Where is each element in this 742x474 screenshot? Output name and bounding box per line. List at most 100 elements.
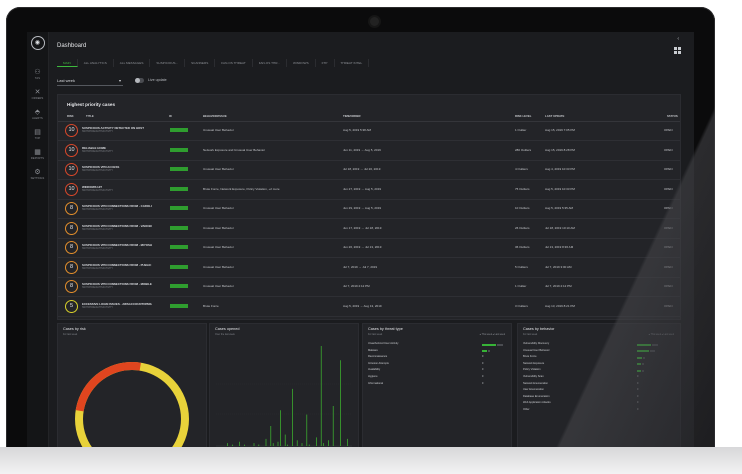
sidebar-item-orders[interactable]: ✕ ORDERS — [27, 89, 48, 100]
case-subtitle: SWITCHING/AUTH/ACTIVITY — [82, 131, 114, 133]
behavior-panel: Cases by behavior For last week ● This w… — [517, 323, 681, 451]
col-risk-level[interactable]: RISK LEVEL — [515, 114, 531, 118]
col-id[interactable]: ID — [169, 114, 172, 118]
app-logo[interactable]: ◉ — [27, 36, 48, 50]
table-row[interactable]: 10 SUSPICIOUS VPN ACCESS SWITCHING/AUTH/AC… — [58, 161, 680, 180]
live-update-toggle[interactable] — [135, 78, 144, 83]
list-item[interactable]: User Enumeration 0 — [523, 388, 659, 394]
sidebar-item-reports[interactable]: ▦ REPORTS — [27, 149, 48, 160]
list-item[interactable]: Informational 0 — [368, 382, 504, 388]
case-subtitle: SWITCHING/AUTH/ACTIVITY — [82, 170, 114, 172]
list-item[interactable]: Web Application Attacks 0 — [523, 401, 659, 407]
sidebar: ◉ ⚇ TAS ✕ ORDERS ⬘ ALERTS ▤ TOP ▦ REPORT… — [27, 32, 49, 451]
case-last-update: Aug 15, 2019 7:05 PM — [545, 128, 575, 132]
case-outlier-count: 75 Outliers — [515, 186, 530, 191]
priority-cases-panel: Highest priority cases RISK TITLE ID BEH… — [57, 94, 681, 320]
case-status: OPEN — [664, 147, 673, 152]
shield-icon: ⬘ — [34, 109, 41, 116]
tab-all-analytics[interactable]: ALL ANALYTICS — [78, 59, 114, 67]
case-title[interactable]: SUSPICIOUS VPN CONNECTIONS FROM - VANCEN… — [82, 224, 152, 228]
tab-ftp[interactable]: FTP — [316, 59, 335, 67]
case-id-badge — [170, 167, 188, 171]
table-row[interactable]: 10 RELIABLE HOME SWITCHING/AUTH/ACTIVITY Ne… — [58, 142, 680, 161]
tab-windows[interactable]: WINDOWS — [287, 59, 316, 67]
table-row[interactable]: 8 SUSPICIOUS VPN CONNECTIONS FROM - PUBLI… — [58, 259, 680, 278]
list-item[interactable]: Database Enumeration 0 — [523, 395, 659, 401]
list-item-bar — [482, 343, 496, 346]
case-title[interactable]: EXCESSIVE LOGIN ISSUES - AWSACCOUNTOPERA… — [82, 302, 152, 306]
list-item[interactable]: Network Exposure — [523, 362, 659, 368]
case-outlier-count: 3 Outliers — [515, 303, 528, 308]
sidebar-item-top[interactable]: ▤ TOP — [27, 129, 48, 140]
col-time[interactable]: TIME/ORDER — [343, 114, 361, 118]
list-item[interactable]: Policy Violation — [523, 368, 659, 374]
list-item-label: Database Enumeration — [523, 394, 550, 398]
list-item[interactable]: Malware — [368, 349, 504, 355]
case-title[interactable]: SUSPICIOUS VPN CONNECTIONS FROM - PUBLIC… — [82, 263, 152, 267]
risk-donut-chart — [75, 362, 189, 451]
tab-threat-intel[interactable]: THREAT INTEL — [335, 59, 370, 67]
app-screen: ◉ ⚇ TAS ✕ ORDERS ⬘ ALERTS ▤ TOP ▦ REPORT… — [27, 32, 694, 451]
case-last-update: Jul 18, 2019 10:10 AM — [545, 225, 575, 230]
sidebar-item-settings[interactable]: ⚙ SETTINGS — [27, 169, 48, 180]
table-row[interactable]: 5 EXCESSIVE LOGIN ISSUES - AWSACCOUNTOPER… — [58, 298, 680, 317]
table-row[interactable]: 10 SUSPICIOUS ACTIVITY DETECTED ON HOST SW… — [58, 122, 680, 141]
case-title[interactable]: WINDOWS HIT — [82, 185, 152, 189]
case-behavior: Brute Force — [203, 303, 219, 308]
list-item-label: Availability — [368, 368, 381, 372]
table-row[interactable]: 8 SUSPICIOUS VPN CONNECTIONS FROM - CAROL… — [58, 200, 680, 219]
case-title[interactable]: SUSPICIOUS VPN CONNECTIONS FROM - MOBILE… — [82, 282, 152, 286]
tab-fan-os-thr[interactable]: FAN-OS THR... — [253, 59, 288, 67]
col-last-update[interactable]: LAST UPDATE — [545, 114, 564, 118]
tab-fan-os-threat[interactable]: FAN-OS THREAT — [215, 59, 253, 67]
case-time-range: Jun 26, 2019 → Jul 13, 2019 — [343, 245, 382, 249]
period-select[interactable]: Last week ▾ — [57, 76, 123, 86]
list-item[interactable]: Vulnerability Discovery — [523, 342, 659, 348]
collapse-chevron-icon[interactable]: ‹ — [677, 36, 679, 42]
list-item[interactable]: Availability 0 — [368, 368, 504, 374]
tab-all-messages[interactable]: ALL MESSAGES — [114, 59, 151, 67]
list-item-bar — [637, 363, 641, 366]
case-title[interactable]: RELIABLE HOME — [82, 146, 152, 150]
list-item[interactable]: Hygiene 0 — [368, 375, 504, 381]
case-title[interactable]: SUSPICIOUS ACTIVITY DETECTED ON HOST — [82, 126, 152, 130]
list-item[interactable]: Other 0 — [523, 408, 659, 414]
risk-score-badge: 8 — [65, 221, 78, 235]
case-id-badge — [170, 186, 188, 191]
list-item[interactable]: Intrusion Attempts 0 — [368, 362, 504, 368]
list-item[interactable]: Unusual User Behavior — [523, 349, 659, 355]
list-item[interactable]: Reconnaissance 0 — [368, 355, 504, 361]
case-time-range: Jul 18, 2019 → Jul 20, 2019 — [343, 167, 381, 171]
case-status: OPEN — [664, 206, 673, 210]
list-item[interactable]: Unauthorized User Activity — [368, 342, 504, 348]
list-item-bar — [637, 343, 651, 346]
col-risk[interactable]: RISK — [67, 114, 74, 118]
list-item-count: 0 — [482, 375, 484, 378]
case-behavior: Unusual User Behavior — [203, 225, 234, 230]
tab-scanners[interactable]: SCANNERS — [185, 59, 216, 67]
tab-main[interactable]: MAIN — [57, 59, 78, 67]
sidebar-item-alerts[interactable]: ⬘ ALERTS — [27, 109, 48, 120]
case-behavior: Unusual User Behavior — [203, 167, 234, 171]
list-item[interactable]: Network Enumeration 0 — [523, 382, 659, 388]
col-title[interactable]: TITLE — [86, 114, 94, 118]
dashboard-grid-icon[interactable] — [674, 47, 681, 54]
case-outlier-count: 5 Outliers — [515, 264, 528, 269]
table-row[interactable]: 8 SUSPICIOUS VPN CONNECTIONS FROM - MIYOS… — [58, 239, 680, 258]
case-time-range: Jun 11, 2019 → Aug 5, 2019 — [343, 147, 381, 152]
list-item[interactable]: Vulnerability Scan 0 — [523, 375, 659, 381]
table-row[interactable]: 10 WINDOWS HIT SWITCHING/AUTH/ACTIVITY Brut… — [58, 181, 680, 200]
col-status[interactable]: STATUS — [667, 114, 678, 118]
table-row[interactable]: 8 SUSPICIOUS VPN CONNECTIONS FROM - MOBIL… — [58, 278, 680, 297]
case-title[interactable]: SUSPICIOUS VPN CONNECTIONS FROM - CAROLI… — [82, 204, 152, 208]
col-behavior[interactable]: BEHAVIOR/ISSUE — [203, 114, 227, 118]
list-item-label: Malware — [368, 348, 378, 352]
case-last-update: Aug 4, 2019 10:33 PM — [545, 167, 575, 171]
case-id-badge — [170, 147, 188, 152]
tab-suspicious[interactable]: SUSPICIOUS... — [150, 59, 186, 67]
list-item[interactable]: Brute Force — [523, 355, 659, 361]
case-title[interactable]: SUSPICIOUS VPN CONNECTIONS FROM - MIYOSH… — [82, 243, 152, 247]
case-title[interactable]: SUSPICIOUS VPN ACCESS — [82, 165, 152, 169]
sidebar-item-tas[interactable]: ⚇ TAS — [27, 69, 48, 80]
table-row[interactable]: 8 SUSPICIOUS VPN CONNECTIONS FROM - VANCE… — [58, 220, 680, 239]
